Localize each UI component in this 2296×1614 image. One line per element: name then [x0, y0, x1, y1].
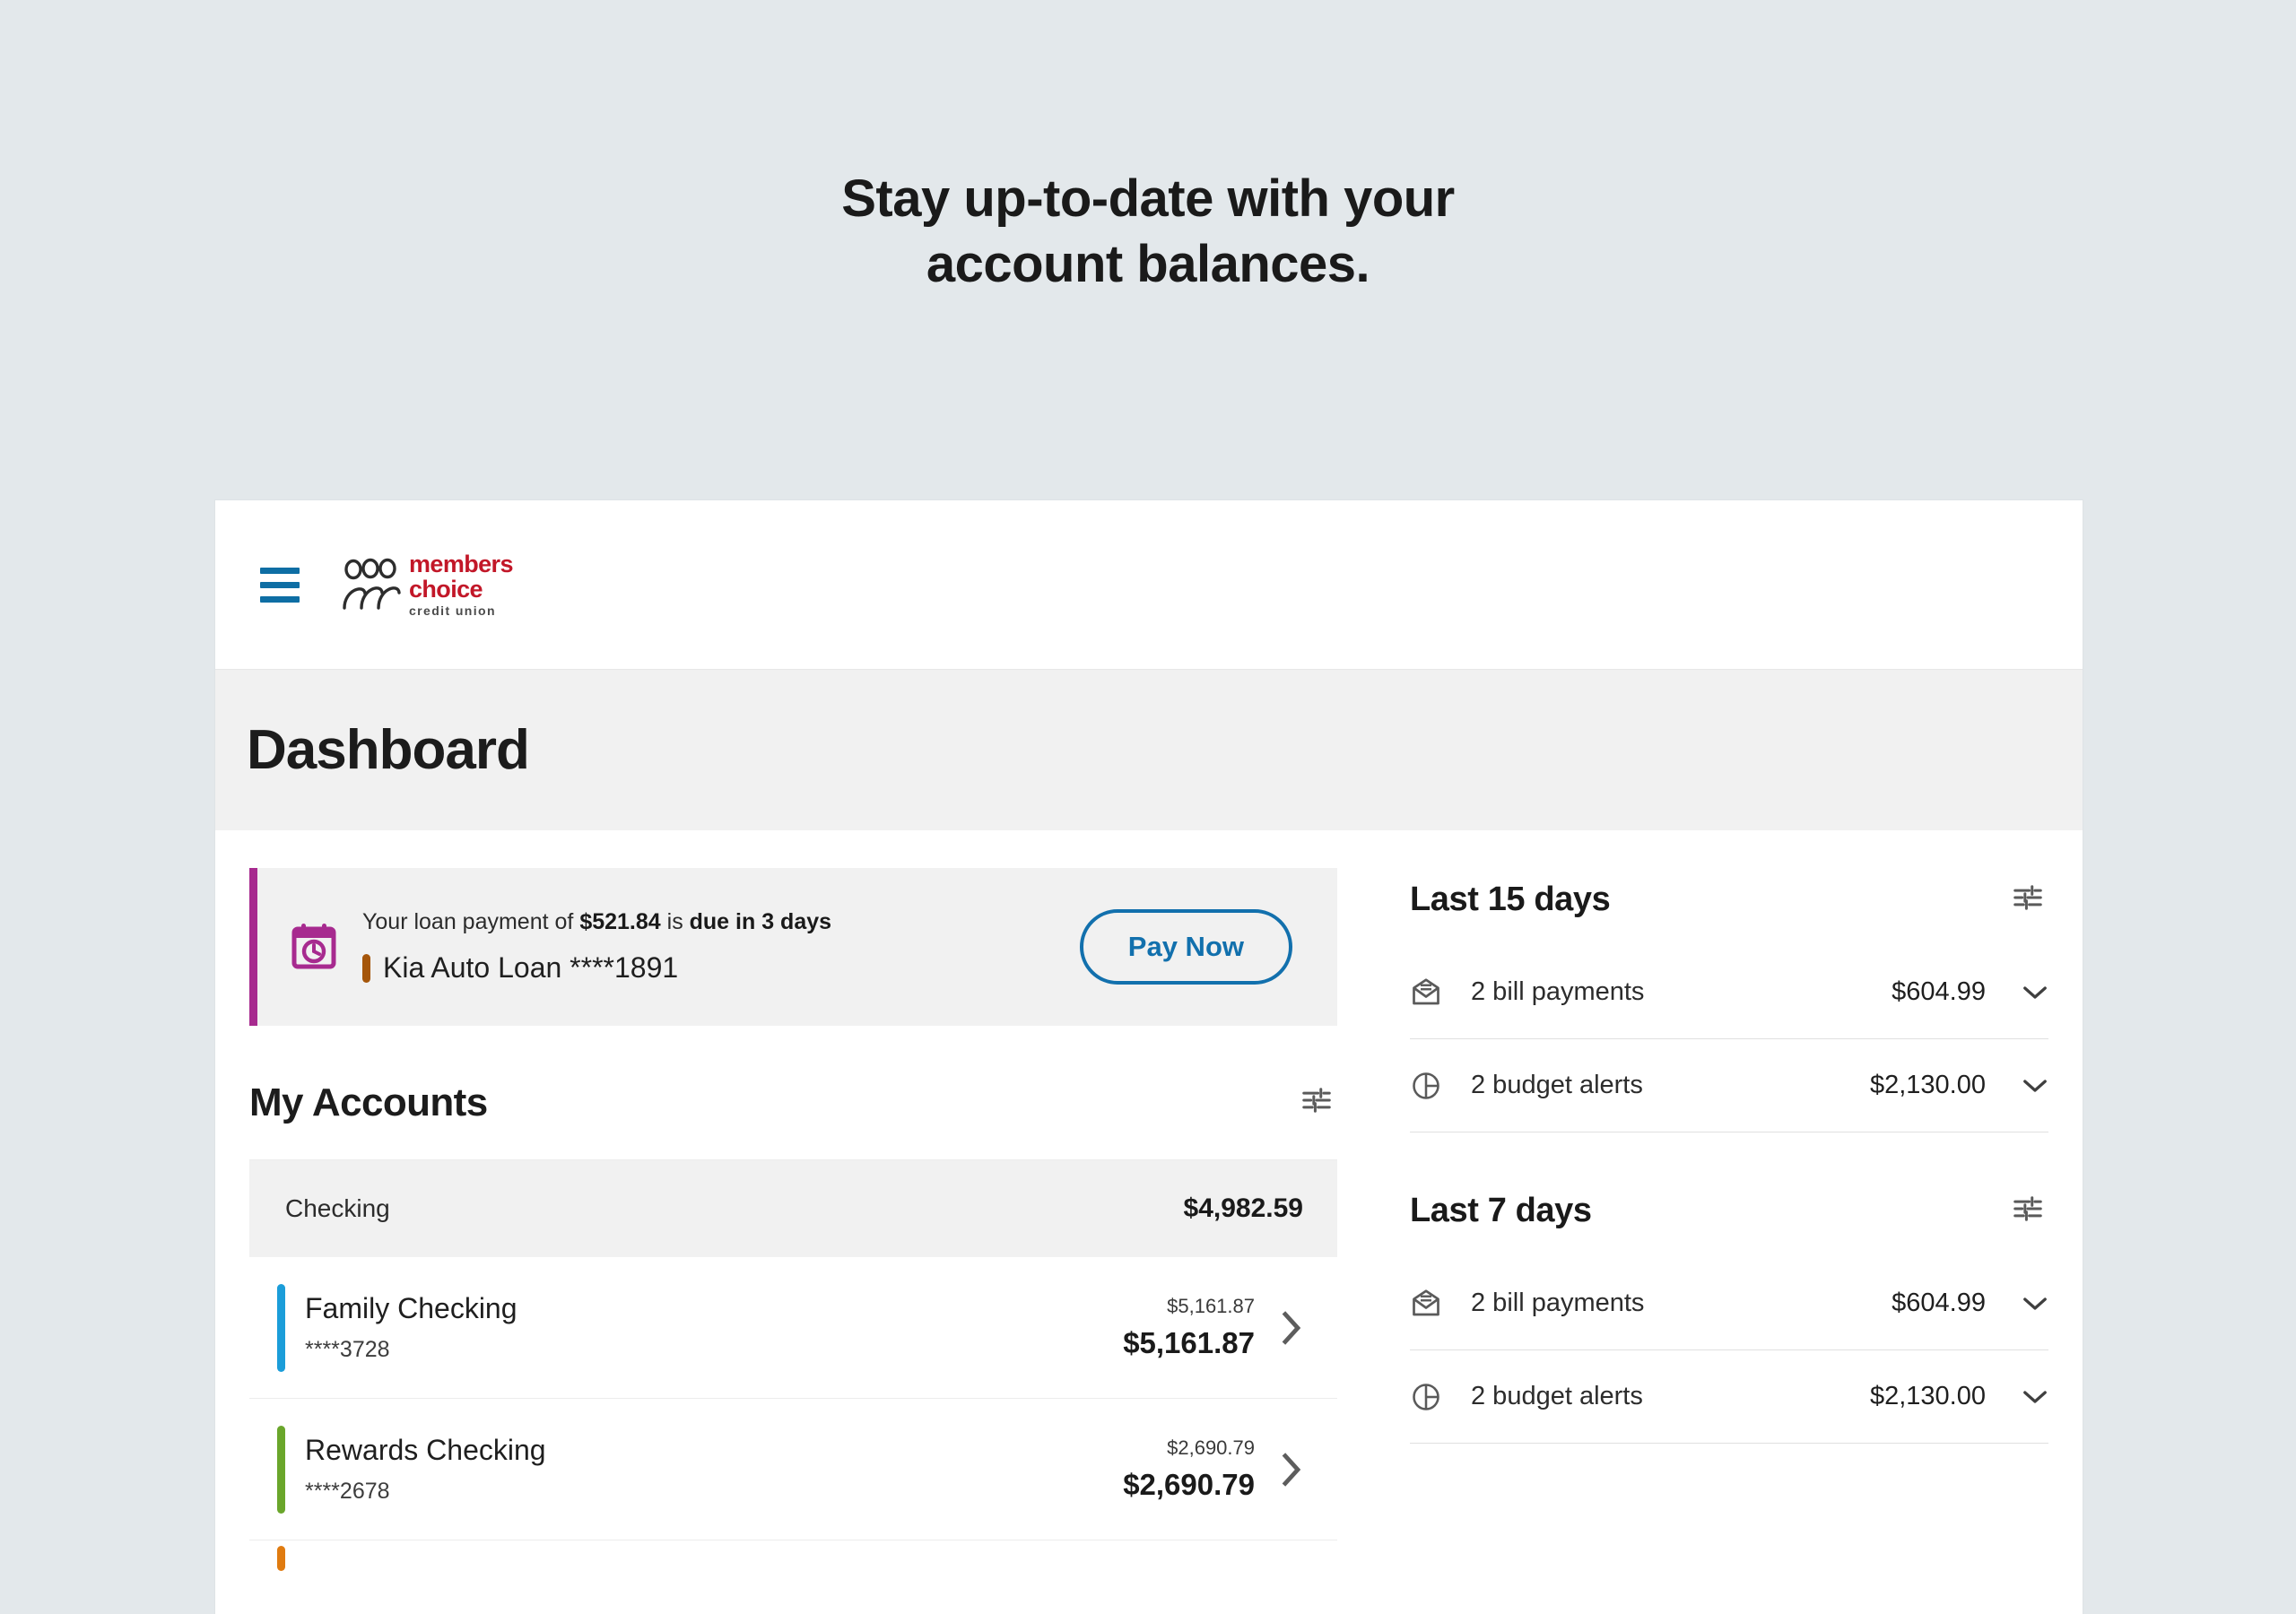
three-people-icon: [343, 558, 401, 610]
hero-headline: Stay up-to-date with your account balanc…: [0, 0, 2296, 297]
alert-text-prefix: Your loan payment of: [362, 909, 580, 934]
dashboard-right-column: Last 15 days 2 bill payments $604.99 2 b…: [1354, 830, 2083, 1614]
account-row[interactable]: Family Checking ****3728 $5,161.87 $5,16…: [249, 1257, 1337, 1399]
account-amounts: $5,161.87 $5,161.87: [1123, 1295, 1255, 1360]
activity-panel-last-15-days: Last 15 days 2 bill payments $604.99 2 b…: [1410, 877, 2048, 1132]
account-group-header: Checking $4,982.59: [249, 1160, 1337, 1257]
app-window: members choice credit union Dashboard Yo…: [215, 500, 2083, 1614]
my-accounts-title: My Accounts: [249, 1080, 488, 1124]
logo-line-2: choice: [409, 576, 483, 603]
summary-amount: $604.99: [1892, 977, 1986, 1006]
account-group-total: $4,982.59: [1183, 1193, 1303, 1223]
accounts-list: Checking $4,982.59 Family Checking ****3…: [249, 1159, 1337, 1576]
tune-sliders-icon[interactable]: [1296, 1080, 1337, 1125]
summary-label: 2 budget alerts: [1471, 1382, 1643, 1410]
panel-header: Last 15 days: [1410, 877, 2048, 923]
summary-label: 2 bill payments: [1471, 977, 1645, 1006]
page-title: Dashboard: [247, 719, 530, 781]
summary-row-bill-payments[interactable]: 2 bill payments $604.99: [1410, 1257, 2048, 1350]
dashboard-left-column: Your loan payment of $521.84 is due in 3…: [215, 830, 1354, 1614]
account-number: ****2678: [305, 1479, 390, 1504]
page-title-band: Dashboard: [215, 669, 2083, 830]
account-info: Family Checking ****3728: [305, 1292, 1123, 1363]
bill-payment-envelope-icon: [1410, 976, 1446, 1009]
summary-label: 2 budget alerts: [1471, 1071, 1643, 1099]
account-number: ****3728: [305, 1337, 390, 1362]
alert-text-middle: is: [660, 909, 690, 934]
hero-title-line-2: account balances.: [926, 234, 1370, 293]
brand-logo[interactable]: members choice credit union: [341, 552, 513, 617]
budget-pie-chart-icon: [1410, 1381, 1446, 1413]
budget-pie-chart-icon: [1410, 1070, 1446, 1102]
bill-payment-envelope-icon: [1410, 1288, 1446, 1320]
summary-amount: $2,130.00: [1869, 1071, 1986, 1099]
alert-text-block: Your loan payment of $521.84 is due in 3…: [362, 909, 1080, 985]
summary-amount: $604.99: [1892, 1289, 1986, 1317]
loan-accent-bar: [362, 953, 370, 983]
panel-header: Last 7 days: [1410, 1188, 2048, 1234]
summary-row-budget-alerts[interactable]: 2 budget alerts $2,130.00: [1410, 1350, 2048, 1444]
chevron-down-icon[interactable]: [2022, 1295, 2048, 1313]
app-header: members choice credit union: [215, 500, 2083, 669]
panel-spacer: [1410, 1140, 2048, 1188]
summary-row-bill-payments[interactable]: 2 bill payments $604.99: [1410, 946, 2048, 1039]
account-available-balance: $5,161.87: [1167, 1295, 1255, 1317]
account-group-name: Checking: [285, 1194, 390, 1222]
hamburger-bar: [260, 567, 300, 574]
account-row-partial[interactable]: [249, 1540, 1337, 1576]
account-accent-bar: [277, 1425, 285, 1514]
pay-now-button[interactable]: Pay Now: [1079, 909, 1292, 985]
account-info: Rewards Checking ****2678: [305, 1434, 1123, 1505]
panel-title: Last 15 days: [1410, 881, 1611, 918]
my-accounts-header: My Accounts: [249, 1080, 1337, 1125]
account-accent-bar: [277, 1546, 285, 1571]
hamburger-bar: [260, 581, 300, 588]
chevron-down-icon[interactable]: [2022, 1388, 2048, 1406]
calendar-clock-icon: [287, 922, 341, 972]
alert-amount: $521.84: [579, 909, 661, 934]
activity-panel-last-7-days: Last 7 days 2 bill payments $604.99 2 bu…: [1410, 1188, 2048, 1444]
account-name: Rewards Checking: [305, 1434, 546, 1466]
summary-label: 2 bill payments: [1471, 1289, 1645, 1317]
account-current-balance: $5,161.87: [1123, 1326, 1255, 1359]
loan-payment-alert-banner: Your loan payment of $521.84 is due in 3…: [249, 868, 1337, 1026]
chevron-down-icon[interactable]: [2022, 1077, 2048, 1095]
alert-loan-name: Kia Auto Loan ****1891: [383, 951, 679, 984]
tune-sliders-icon[interactable]: [2007, 877, 2048, 923]
alert-due-text: due in 3 days: [689, 909, 832, 934]
account-name: Family Checking: [305, 1292, 517, 1324]
summary-row-budget-alerts[interactable]: 2 budget alerts $2,130.00: [1410, 1039, 2048, 1132]
account-accent-bar: [277, 1283, 285, 1372]
account-row[interactable]: Rewards Checking ****2678 $2,690.79 $2,6…: [249, 1399, 1337, 1540]
hero-title-line-1: Stay up-to-date with your: [841, 169, 1455, 228]
alert-due-message: Your loan payment of $521.84 is due in 3…: [362, 909, 1080, 935]
hamburger-menu-icon[interactable]: [260, 567, 300, 603]
tune-sliders-icon[interactable]: [2007, 1188, 2048, 1234]
chevron-right-icon[interactable]: [1276, 1309, 1307, 1347]
account-available-balance: $2,690.79: [1167, 1436, 1255, 1459]
account-current-balance: $2,690.79: [1123, 1468, 1255, 1501]
summary-amount: $2,130.00: [1869, 1382, 1986, 1410]
account-amounts: $2,690.79 $2,690.79: [1123, 1436, 1255, 1502]
logo-line-1: members: [409, 551, 513, 577]
alert-loan-line: Kia Auto Loan ****1891: [362, 951, 1080, 985]
dashboard-body: Your loan payment of $521.84 is due in 3…: [215, 830, 2083, 1614]
logo-line-3: credit union: [409, 603, 496, 618]
panel-title: Last 7 days: [1410, 1192, 1592, 1229]
chevron-right-icon[interactable]: [1276, 1451, 1307, 1488]
hamburger-bar: [260, 595, 300, 603]
chevron-down-icon[interactable]: [2022, 984, 2048, 1002]
